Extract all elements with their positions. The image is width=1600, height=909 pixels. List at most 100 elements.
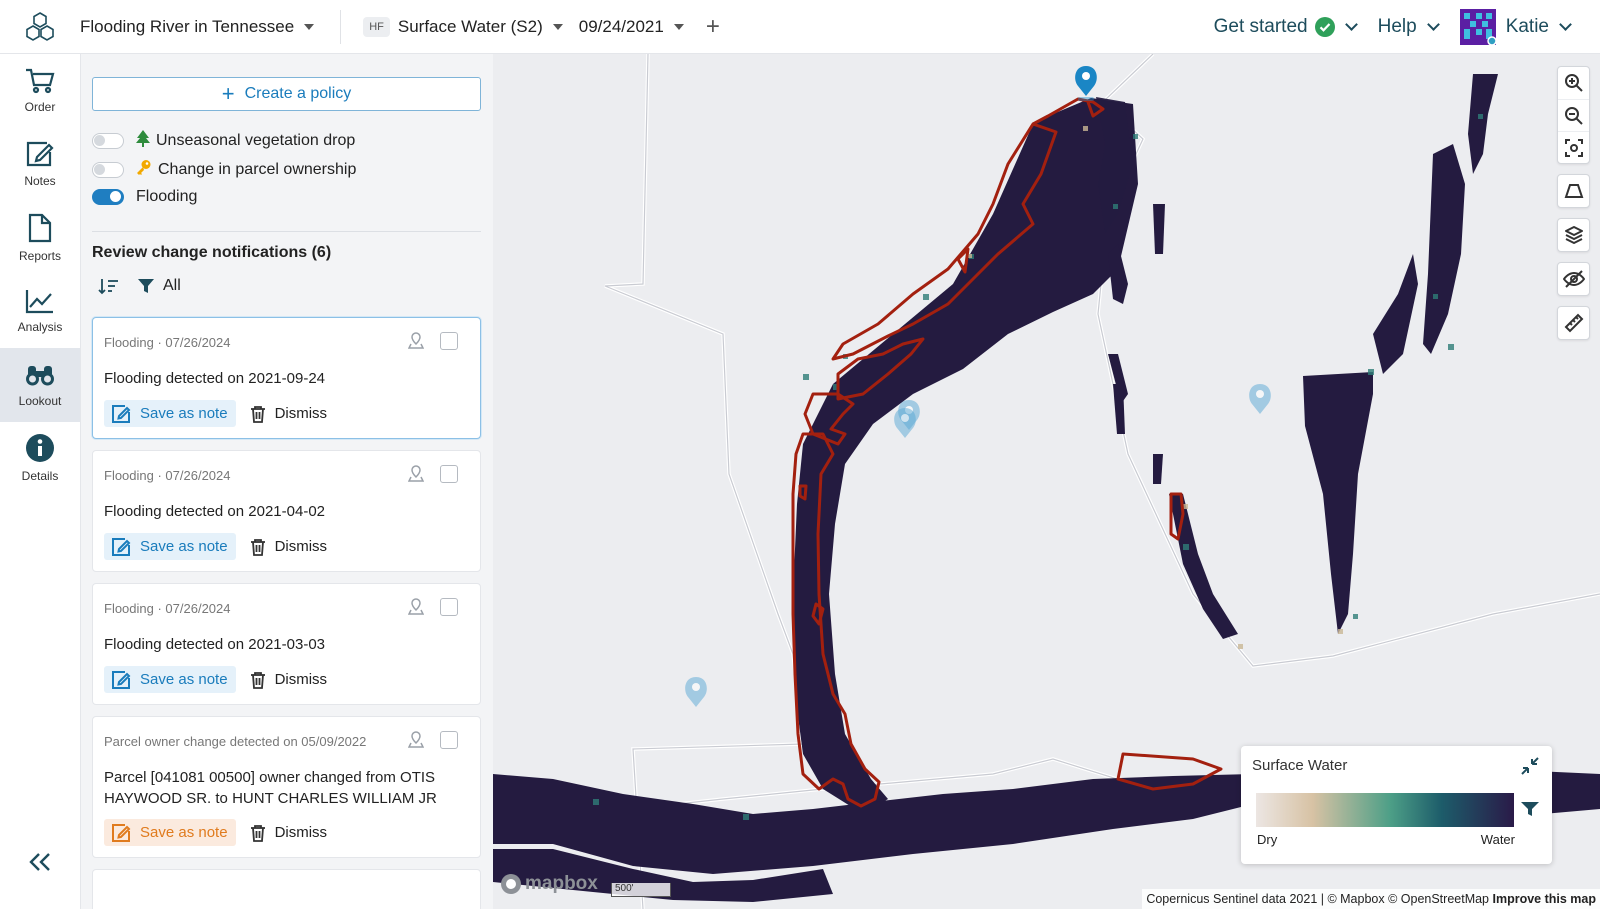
dismiss-button[interactable]: Dismiss (250, 824, 327, 842)
pencil-note-icon (112, 404, 131, 423)
pencil-note-icon (112, 537, 131, 556)
tilt-button[interactable] (1558, 175, 1589, 207)
get-started-label: Get started (1213, 15, 1308, 37)
notification-card[interactable]: Flooding · 07/26/2024 Flooding detected … (92, 317, 481, 439)
app-logo[interactable] (0, 0, 80, 54)
map-marker[interactable] (685, 677, 707, 707)
help-menu[interactable]: Help (1378, 16, 1440, 38)
measure-button[interactable] (1558, 307, 1589, 339)
divider (92, 231, 481, 232)
card-meta: Flooding · 07/26/2024 (104, 335, 231, 350)
caret-down-icon (673, 23, 684, 30)
chevron-down-icon (1344, 17, 1358, 31)
save-note-label: Save as note (140, 538, 228, 555)
map-view[interactable]: Surface Water Dry Water mapbox 500' Cope… (493, 54, 1600, 909)
card-checkbox[interactable] (440, 465, 458, 483)
collapse-legend-icon[interactable] (1520, 756, 1540, 776)
toggle-row-vegetation: Unseasonal vegetation drop (92, 130, 355, 152)
location-markers (685, 66, 1271, 707)
mapbox-wordmark: mapbox (525, 873, 598, 894)
toggle-label: Unseasonal vegetation drop (156, 132, 356, 149)
info-icon (26, 434, 54, 463)
project-name: Flooding River in Tennessee (80, 16, 295, 36)
chevron-down-icon (1559, 17, 1572, 31)
nav-label: Details (21, 469, 59, 484)
tilt-control (1557, 174, 1590, 208)
zoom-to-fit-button[interactable] (1558, 131, 1589, 163)
save-as-note-button[interactable]: Save as note (104, 400, 236, 427)
save-note-label: Save as note (140, 671, 228, 688)
user-menu[interactable]: Katie (1459, 8, 1572, 45)
lookout-panel: + Create a policy Unseasonal vegetation … (81, 54, 493, 909)
double-chevron-left-icon (29, 853, 50, 871)
card-checkbox[interactable] (440, 332, 458, 350)
vegetation-toggle[interactable] (92, 133, 124, 149)
add-layer-button[interactable]: + (706, 13, 720, 41)
toggle-label: Flooding (136, 188, 198, 205)
filter-icon[interactable] (137, 277, 155, 295)
date-selector[interactable]: 09/24/2021 (579, 17, 684, 37)
key-icon (136, 159, 152, 181)
layers-button[interactable] (1558, 219, 1589, 251)
create-policy-button[interactable]: + Create a policy (92, 77, 481, 111)
nav-lookout[interactable]: Lookout (0, 348, 80, 422)
divider (340, 9, 342, 44)
card-tools (408, 465, 458, 483)
nav-details[interactable]: Details (0, 422, 80, 496)
card-checkbox[interactable] (440, 598, 458, 616)
get-started-menu[interactable]: Get started (1213, 15, 1358, 38)
legend-high-label: Water (1480, 832, 1515, 847)
legend-low-label: Dry (1257, 832, 1278, 847)
nav-notes[interactable]: Notes (0, 128, 80, 202)
dismiss-button[interactable]: Dismiss (250, 405, 327, 423)
layer-selector[interactable]: HF Surface Water (S2) (363, 16, 563, 37)
card-checkbox[interactable] (440, 731, 458, 749)
hide-layers-button[interactable] (1558, 263, 1589, 295)
user-name: Katie (1505, 15, 1549, 37)
nav-analysis[interactable]: Analysis (0, 275, 80, 349)
notification-card[interactable]: Flooding · 07/26/2024 Flooding detected … (92, 450, 481, 572)
dismiss-label: Dismiss (274, 538, 328, 555)
measure-control (1557, 306, 1590, 340)
mapbox-logo[interactable]: mapbox (500, 873, 598, 895)
create-policy-label: Create a policy (244, 85, 352, 102)
map-marker[interactable] (894, 408, 916, 438)
improve-map-link[interactable]: Improve this map (1493, 892, 1597, 906)
map-marker[interactable] (1249, 384, 1271, 414)
filter-all-button[interactable]: All (163, 277, 181, 295)
card-actions: Save as note Dismiss (104, 533, 327, 560)
filter-icon[interactable] (1520, 800, 1540, 818)
hexagon-logo-icon (26, 11, 54, 41)
project-selector[interactable]: Flooding River in Tennessee (80, 16, 315, 37)
dismiss-button[interactable]: Dismiss (250, 538, 328, 556)
notification-card[interactable]: Flooding · 07/26/2024 Flooding detected … (92, 583, 481, 705)
locate-pin-icon[interactable] (408, 598, 424, 616)
save-as-note-button[interactable]: Save as note (104, 666, 236, 693)
save-as-note-button[interactable]: Save as note (104, 533, 236, 560)
top-bar: Flooding River in Tennessee HF Surface W… (0, 0, 1600, 54)
dismiss-button[interactable]: Dismiss (250, 671, 327, 689)
nav-label: Lookout (18, 393, 62, 408)
locate-pin-icon[interactable] (408, 332, 424, 350)
nav-reports[interactable]: Reports (0, 201, 80, 275)
ownership-toggle[interactable] (92, 162, 124, 178)
flooding-toggle[interactable] (92, 189, 124, 205)
chevron-down-icon (1426, 17, 1440, 31)
zoom-in-button[interactable] (1558, 67, 1589, 99)
sort-icon[interactable] (98, 277, 120, 295)
nav-order[interactable]: Order (0, 54, 80, 128)
card-tools (408, 598, 458, 616)
map-marker[interactable] (1075, 66, 1097, 101)
collapse-sidebar-button[interactable] (28, 852, 52, 877)
ruler-icon (1564, 313, 1583, 333)
legend-gradient (1256, 793, 1514, 827)
notification-card[interactable] (92, 869, 481, 909)
nav-label: Reports (18, 248, 62, 263)
nav-label: Notes (24, 174, 56, 189)
card-actions: Save as note Dismiss (104, 819, 327, 846)
locate-pin-icon[interactable] (408, 731, 424, 749)
save-as-note-button[interactable]: Save as note (104, 819, 236, 846)
zoom-out-button[interactable] (1558, 99, 1589, 131)
locate-pin-icon[interactable] (408, 465, 424, 483)
notification-card[interactable]: Parcel owner change detected on 05/09/20… (92, 716, 481, 858)
